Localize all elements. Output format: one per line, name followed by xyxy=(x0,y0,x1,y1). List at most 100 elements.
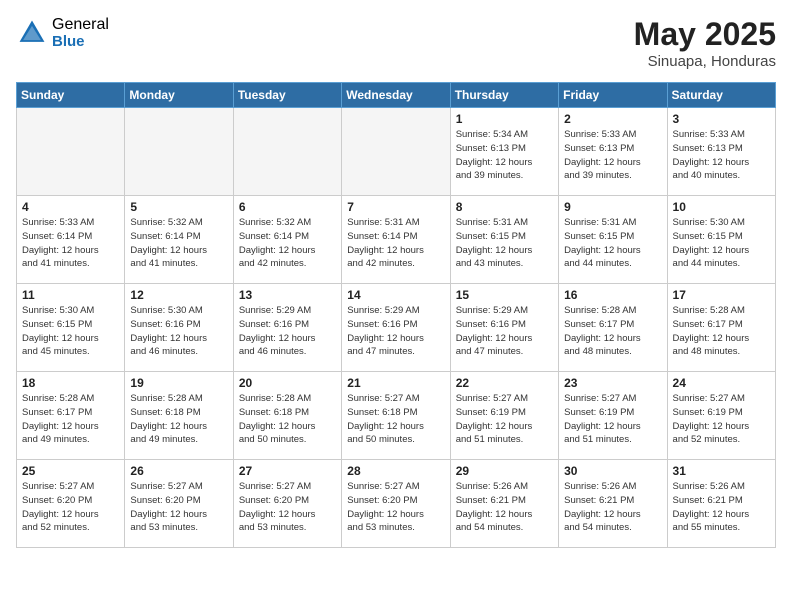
day-number: 25 xyxy=(22,464,119,478)
calendar-cell: 26Sunrise: 5:27 AM Sunset: 6:20 PM Dayli… xyxy=(125,460,233,548)
calendar-cell: 20 Sunrise: 5:28 AM Sunset: 6:18 PM Dayli… xyxy=(233,372,341,460)
day-number: 10 xyxy=(673,200,770,214)
calendar-cell: 2Sunrise: 5:33 AM Sunset: 6:13 PM Daylig… xyxy=(559,108,667,196)
header-wednesday: Wednesday xyxy=(342,83,450,108)
day-info: Sunrise: 5:34 AM Sunset: 6:13 PM Dayligh… xyxy=(456,128,553,183)
day-info: Sunrise: 5:28 AM Sunset: 6:18 PM Dayligh… xyxy=(239,392,336,447)
header-monday: Monday xyxy=(125,83,233,108)
day-info: Sunrise: 5:30 AM Sunset: 6:16 PM Dayligh… xyxy=(130,304,227,359)
day-number: 29 xyxy=(456,464,553,478)
day-number: 9 xyxy=(564,200,661,214)
day-info: Sunrise: 5:33 AM Sunset: 6:13 PM Dayligh… xyxy=(673,128,770,183)
logo-general: General xyxy=(52,16,109,34)
day-number: 7 xyxy=(347,200,444,214)
calendar-cell: 30Sunrise: 5:26 AM Sunset: 6:21 PM Dayli… xyxy=(559,460,667,548)
calendar-cell: 18 Sunrise: 5:28 AM Sunset: 6:17 PM Dayli… xyxy=(17,372,125,460)
calendar-cell: 12 Sunrise: 5:30 AM Sunset: 6:16 PM Dayli… xyxy=(125,284,233,372)
calendar-week-3: 11 Sunrise: 5:30 AM Sunset: 6:15 PM Dayli… xyxy=(17,284,776,372)
day-info: Sunrise: 5:26 AM Sunset: 6:21 PM Dayligh… xyxy=(564,480,661,535)
day-number: 23 xyxy=(564,376,661,390)
day-number: 3 xyxy=(673,112,770,126)
calendar-cell: 13 Sunrise: 5:29 AM Sunset: 6:16 PM Dayli… xyxy=(233,284,341,372)
day-info: Sunrise: 5:31 AM Sunset: 6:15 PM Dayligh… xyxy=(564,216,661,271)
day-info: Sunrise: 5:33 AM Sunset: 6:13 PM Dayligh… xyxy=(564,128,661,183)
day-number: 4 xyxy=(22,200,119,214)
day-info: Sunrise: 5:27 AM Sunset: 6:20 PM Dayligh… xyxy=(347,480,444,535)
calendar-cell: 27 Sunrise: 5:27 AM Sunset: 6:20 PM Dayli… xyxy=(233,460,341,548)
day-info: Sunrise: 5:28 AM Sunset: 6:17 PM Dayligh… xyxy=(673,304,770,359)
calendar-week-4: 18 Sunrise: 5:28 AM Sunset: 6:17 PM Dayli… xyxy=(17,372,776,460)
day-number: 13 xyxy=(239,288,336,302)
title-block: May 2025 Sinuapa, Honduras xyxy=(634,16,776,70)
day-info: Sunrise: 5:32 AM Sunset: 6:14 PM Dayligh… xyxy=(239,216,336,271)
calendar-cell: 7 Sunrise: 5:31 AM Sunset: 6:14 PM Daylig… xyxy=(342,196,450,284)
day-number: 28 xyxy=(347,464,444,478)
calendar-cell: 24Sunrise: 5:27 AM Sunset: 6:19 PM Dayli… xyxy=(667,372,775,460)
day-info: Sunrise: 5:28 AM Sunset: 6:17 PM Dayligh… xyxy=(564,304,661,359)
calendar-cell: 1 Sunrise: 5:34 AM Sunset: 6:13 PM Daylig… xyxy=(450,108,558,196)
day-number: 24 xyxy=(673,376,770,390)
day-info: Sunrise: 5:27 AM Sunset: 6:19 PM Dayligh… xyxy=(456,392,553,447)
calendar-cell: 5 Sunrise: 5:32 AM Sunset: 6:14 PM Daylig… xyxy=(125,196,233,284)
header-friday: Friday xyxy=(559,83,667,108)
logo-icon xyxy=(16,17,48,49)
day-number: 15 xyxy=(456,288,553,302)
logo-text: General Blue xyxy=(52,16,109,50)
day-info: Sunrise: 5:26 AM Sunset: 6:21 PM Dayligh… xyxy=(673,480,770,535)
calendar-cell: 10Sunrise: 5:30 AM Sunset: 6:15 PM Dayli… xyxy=(667,196,775,284)
title-location: Sinuapa, Honduras xyxy=(634,53,776,70)
day-number: 12 xyxy=(130,288,227,302)
calendar-week-5: 25 Sunrise: 5:27 AM Sunset: 6:20 PM Dayli… xyxy=(17,460,776,548)
calendar-cell: 16 Sunrise: 5:28 AM Sunset: 6:17 PM Dayli… xyxy=(559,284,667,372)
day-info: Sunrise: 5:30 AM Sunset: 6:15 PM Dayligh… xyxy=(22,304,119,359)
calendar-cell: 9 Sunrise: 5:31 AM Sunset: 6:15 PM Daylig… xyxy=(559,196,667,284)
day-number: 17 xyxy=(673,288,770,302)
day-number: 5 xyxy=(130,200,227,214)
calendar-cell: 19Sunrise: 5:28 AM Sunset: 6:18 PM Dayli… xyxy=(125,372,233,460)
logo: General Blue xyxy=(16,16,109,50)
day-number: 14 xyxy=(347,288,444,302)
calendar-cell: 29 Sunrise: 5:26 AM Sunset: 6:21 PM Dayli… xyxy=(450,460,558,548)
day-info: Sunrise: 5:32 AM Sunset: 6:14 PM Dayligh… xyxy=(130,216,227,271)
calendar-cell: 17 Sunrise: 5:28 AM Sunset: 6:17 PM Dayli… xyxy=(667,284,775,372)
header-saturday: Saturday xyxy=(667,83,775,108)
day-info: Sunrise: 5:27 AM Sunset: 6:20 PM Dayligh… xyxy=(22,480,119,535)
calendar-cell xyxy=(17,108,125,196)
calendar-cell: 14 Sunrise: 5:29 AM Sunset: 6:16 PM Dayli… xyxy=(342,284,450,372)
day-number: 31 xyxy=(673,464,770,478)
calendar-cell: 28 Sunrise: 5:27 AM Sunset: 6:20 PM Dayli… xyxy=(342,460,450,548)
calendar-week-1: 1 Sunrise: 5:34 AM Sunset: 6:13 PM Daylig… xyxy=(17,108,776,196)
calendar-cell: 4 Sunrise: 5:33 AM Sunset: 6:14 PM Daylig… xyxy=(17,196,125,284)
day-number: 16 xyxy=(564,288,661,302)
calendar-cell: 22Sunrise: 5:27 AM Sunset: 6:19 PM Dayli… xyxy=(450,372,558,460)
day-info: Sunrise: 5:27 AM Sunset: 6:18 PM Dayligh… xyxy=(347,392,444,447)
day-number: 21 xyxy=(347,376,444,390)
header-thursday: Thursday xyxy=(450,83,558,108)
calendar-header-row: SundayMondayTuesdayWednesdayThursdayFrid… xyxy=(17,83,776,108)
day-number: 27 xyxy=(239,464,336,478)
calendar-cell: 6Sunrise: 5:32 AM Sunset: 6:14 PM Daylig… xyxy=(233,196,341,284)
day-info: Sunrise: 5:28 AM Sunset: 6:17 PM Dayligh… xyxy=(22,392,119,447)
day-number: 20 xyxy=(239,376,336,390)
calendar-cell: 3 Sunrise: 5:33 AM Sunset: 6:13 PM Daylig… xyxy=(667,108,775,196)
header-sunday: Sunday xyxy=(17,83,125,108)
day-info: Sunrise: 5:31 AM Sunset: 6:15 PM Dayligh… xyxy=(456,216,553,271)
day-number: 26 xyxy=(130,464,227,478)
day-info: Sunrise: 5:26 AM Sunset: 6:21 PM Dayligh… xyxy=(456,480,553,535)
day-info: Sunrise: 5:27 AM Sunset: 6:19 PM Dayligh… xyxy=(564,392,661,447)
day-info: Sunrise: 5:33 AM Sunset: 6:14 PM Dayligh… xyxy=(22,216,119,271)
calendar-cell xyxy=(125,108,233,196)
day-info: Sunrise: 5:29 AM Sunset: 6:16 PM Dayligh… xyxy=(347,304,444,359)
day-info: Sunrise: 5:29 AM Sunset: 6:16 PM Dayligh… xyxy=(239,304,336,359)
day-number: 8 xyxy=(456,200,553,214)
calendar-cell: 23 Sunrise: 5:27 AM Sunset: 6:19 PM Dayli… xyxy=(559,372,667,460)
day-info: Sunrise: 5:31 AM Sunset: 6:14 PM Dayligh… xyxy=(347,216,444,271)
day-number: 11 xyxy=(22,288,119,302)
calendar-table: SundayMondayTuesdayWednesdayThursdayFrid… xyxy=(16,82,776,548)
day-info: Sunrise: 5:28 AM Sunset: 6:18 PM Dayligh… xyxy=(130,392,227,447)
calendar-week-2: 4 Sunrise: 5:33 AM Sunset: 6:14 PM Daylig… xyxy=(17,196,776,284)
logo-blue: Blue xyxy=(52,34,109,51)
day-number: 1 xyxy=(456,112,553,126)
day-info: Sunrise: 5:27 AM Sunset: 6:20 PM Dayligh… xyxy=(239,480,336,535)
day-number: 18 xyxy=(22,376,119,390)
